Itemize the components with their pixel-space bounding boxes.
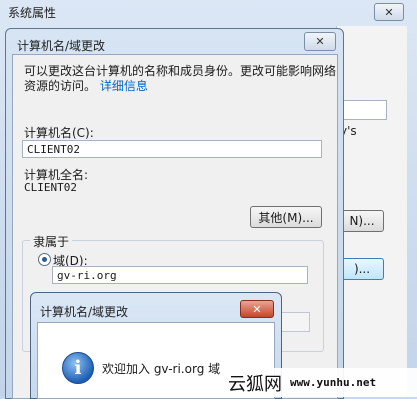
dialog-description: 可以更改这台计算机的名称和成员身份。更改可能影响网络资源的访问。 详细信息 bbox=[24, 64, 336, 94]
computer-name-input[interactable]: CLIENT02 bbox=[22, 140, 322, 158]
full-computer-name-value: CLIENT02 bbox=[24, 181, 77, 194]
details-link[interactable]: 详细信息 bbox=[100, 79, 148, 93]
domain-input[interactable]: gv-ri.org bbox=[52, 266, 308, 284]
welcome-message: 欢迎加入 gv-ri.org 域 bbox=[102, 362, 221, 376]
system-properties-description-field[interactable] bbox=[342, 100, 387, 120]
system-properties-title: 系统属性 bbox=[8, 6, 57, 20]
radio-selected-dot bbox=[42, 257, 47, 262]
domain-radio-button[interactable] bbox=[38, 253, 51, 266]
watermark-site-name: 云狐网 bbox=[228, 373, 282, 395]
system-properties-close-button[interactable]: ✕ bbox=[374, 3, 404, 21]
welcome-popup-close-button[interactable]: ✕ bbox=[240, 300, 274, 318]
member-of-label: 隶属于 bbox=[30, 233, 73, 250]
computer-name-dialog-title: 计算机名/域更改 bbox=[17, 39, 106, 53]
info-icon: i bbox=[62, 352, 94, 384]
computer-name-label: 计算机名(C): bbox=[24, 126, 94, 140]
computer-name-dialog-close-button[interactable]: ✕ bbox=[304, 32, 336, 51]
watermark-url: www.yunhu.net bbox=[290, 376, 377, 389]
system-properties-network-id-button[interactable]: N)... bbox=[340, 210, 384, 232]
description-text: 可以更改这台计算机的名称和成员身份。更改可能影响网络资源的访问。 bbox=[24, 64, 337, 93]
more-button[interactable]: 其他(M)... bbox=[250, 206, 322, 228]
system-properties-change-button[interactable]: )... bbox=[340, 258, 384, 280]
site-watermark: 云狐网 www.yunhu.net bbox=[224, 368, 417, 397]
welcome-popup-title: 计算机名/域更改 bbox=[40, 305, 129, 319]
